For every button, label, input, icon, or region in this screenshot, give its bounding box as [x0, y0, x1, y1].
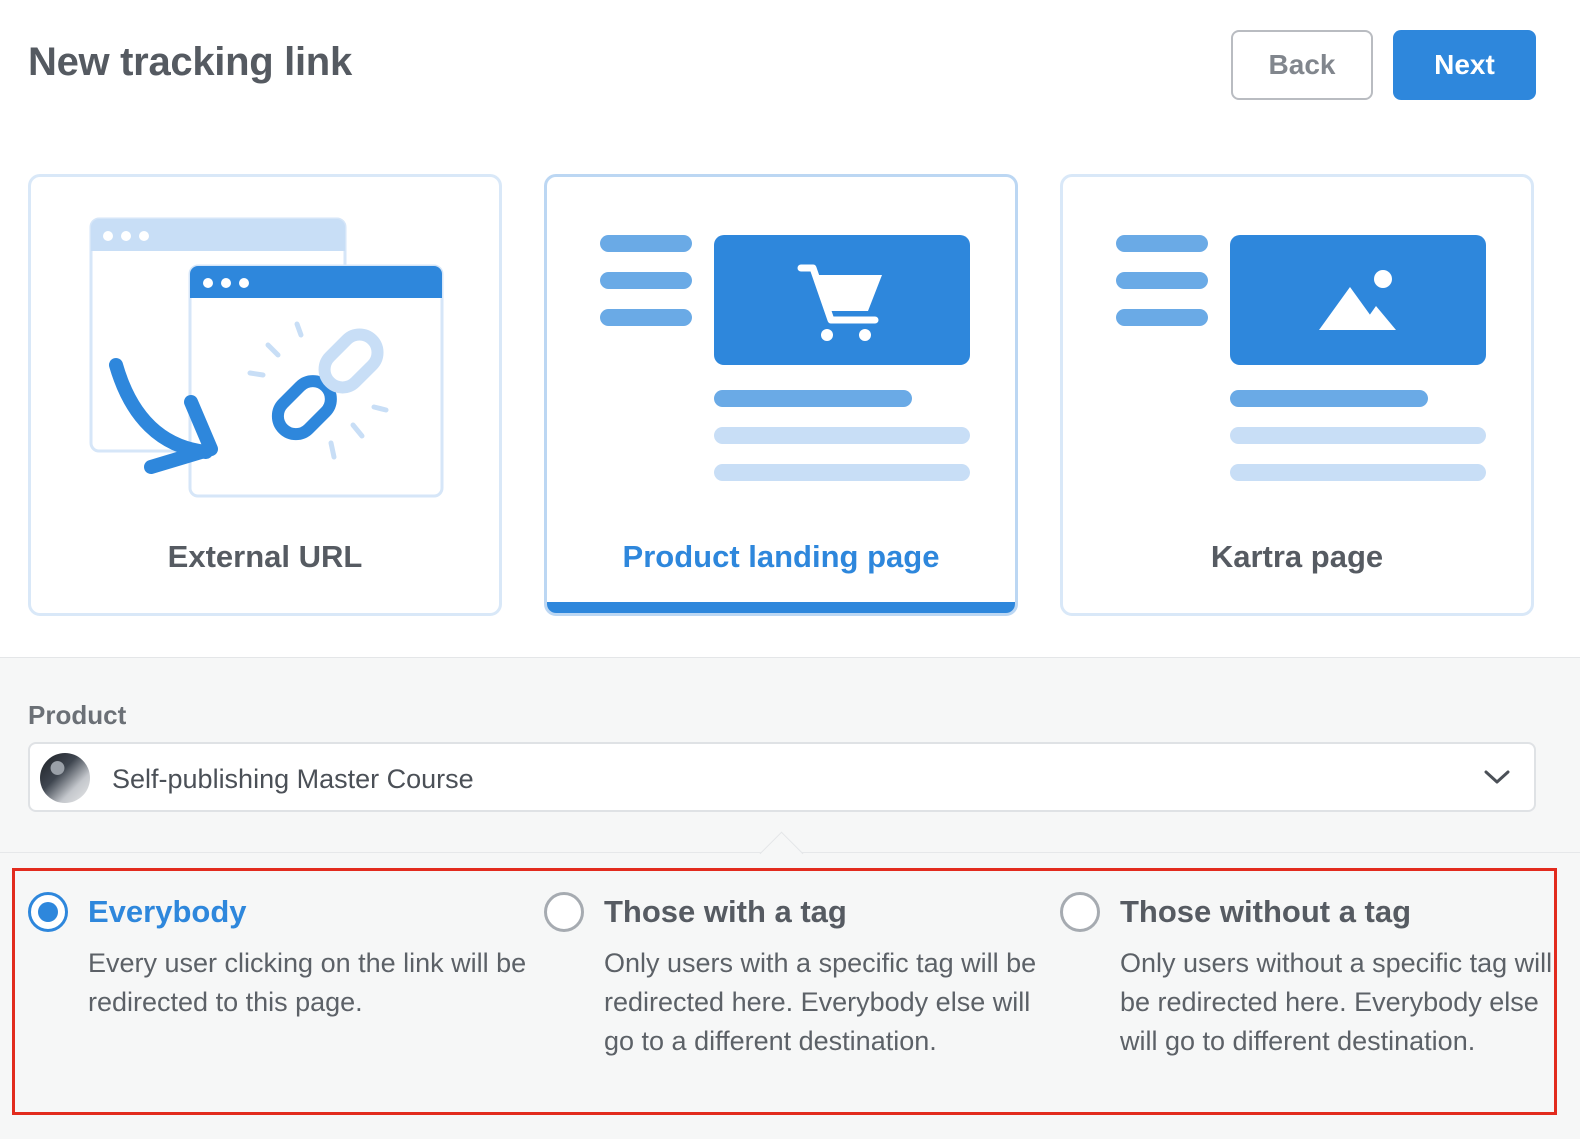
next-button[interactable]: Next [1393, 30, 1536, 100]
link-type-card-external-url[interactable]: External URL [28, 174, 502, 616]
chevron-down-icon [1484, 770, 1510, 784]
option-title: Those without a tag [1120, 894, 1412, 929]
page-title: New tracking link [28, 40, 352, 84]
product-field-label: Product [28, 700, 127, 730]
link-type-card-product-landing-page[interactable]: Product landing page [544, 174, 1018, 616]
product-thumbnail [40, 753, 90, 803]
option-description: Only users with a specific tag will be r… [604, 948, 1037, 1056]
card-label: Kartra page [1210, 539, 1384, 574]
option-title: Those with a tag [604, 894, 847, 929]
option-description: Only users without a specific tag will b… [1120, 948, 1553, 1056]
selected-indicator [547, 602, 1015, 613]
card-label: Product landing page [622, 539, 940, 574]
option-description: Every user clicking on the link will be … [88, 948, 527, 1017]
radio-without-tag[interactable] [1060, 892, 1100, 932]
product-select[interactable]: Self-publishing Master Course [28, 742, 1536, 812]
back-button[interactable]: Back [1231, 30, 1373, 100]
radio-with-tag[interactable] [544, 892, 584, 932]
link-type-card-kartra-page[interactable]: Kartra page [1060, 174, 1534, 616]
product-select-value: Self-publishing Master Course [112, 764, 474, 794]
card-label: External URL [167, 539, 363, 574]
radio-everybody[interactable] [28, 892, 68, 932]
option-title: Everybody [88, 894, 247, 929]
